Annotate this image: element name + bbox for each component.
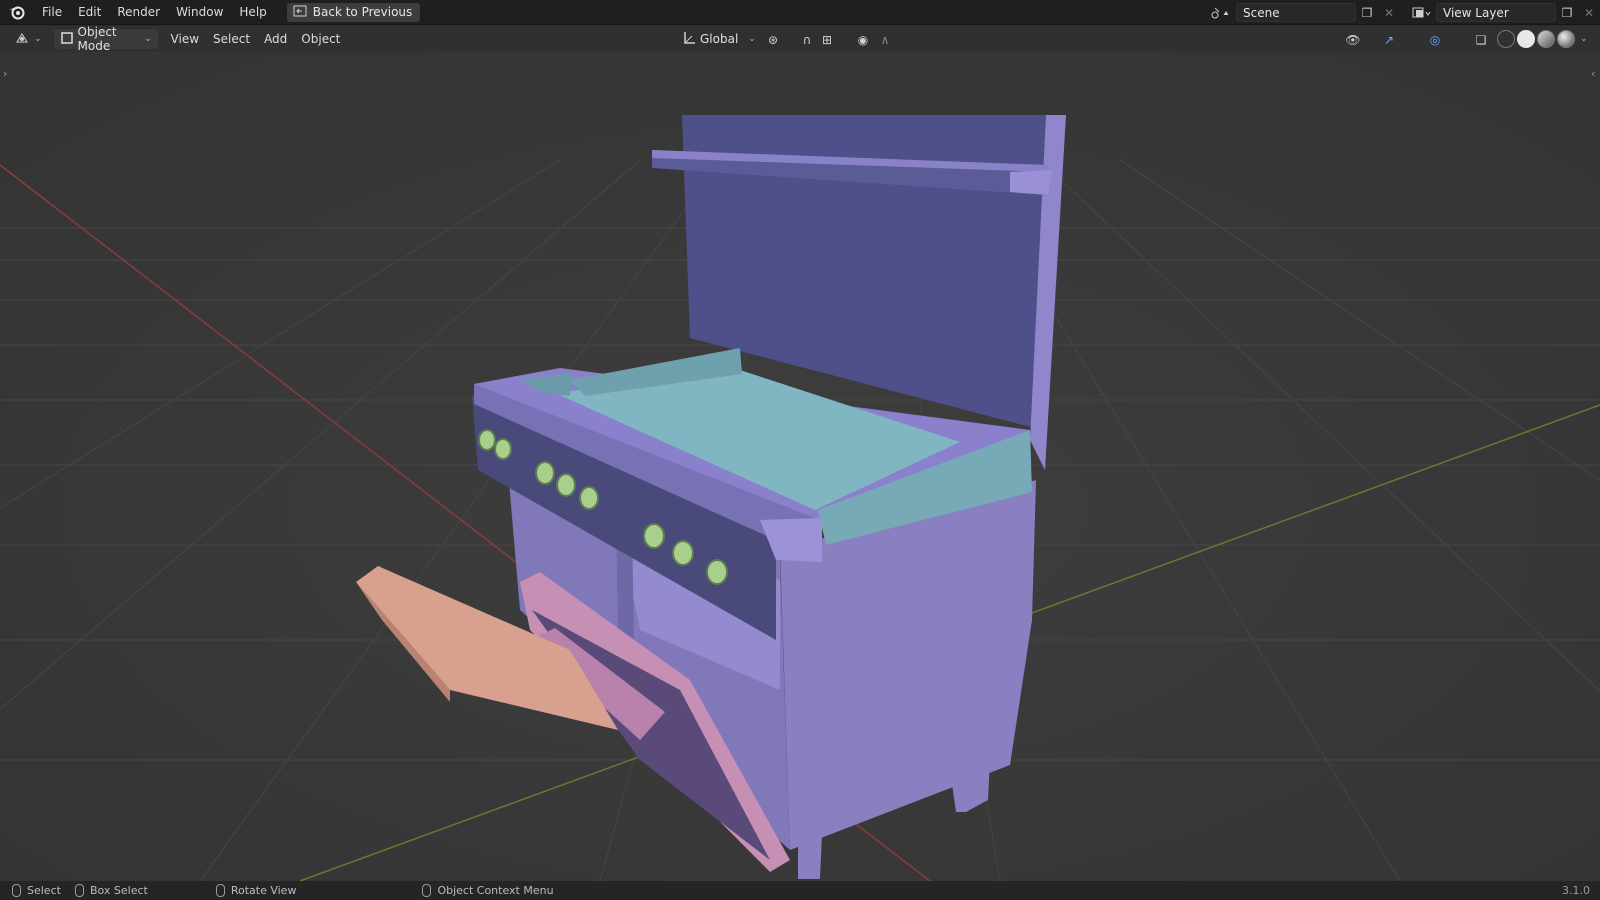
remove-view-layer-icon[interactable]: ✕ bbox=[1578, 3, 1600, 22]
status-context-menu-label: Object Context Menu bbox=[437, 884, 554, 897]
overlays-icon[interactable]: ◎ bbox=[1424, 30, 1446, 49]
menu-view[interactable]: View bbox=[164, 26, 206, 52]
back-icon bbox=[293, 5, 307, 20]
knob-5[interactable] bbox=[579, 486, 599, 510]
left-mouse-icon bbox=[12, 884, 21, 897]
menu-file[interactable]: File bbox=[34, 0, 70, 25]
right-mouse-icon bbox=[422, 884, 432, 897]
viewport-header: ⌄ Object Mode ⌄ View Select Add Object G… bbox=[0, 25, 1600, 53]
menu-window[interactable]: Window bbox=[168, 0, 231, 25]
knob-1[interactable] bbox=[478, 429, 496, 451]
new-scene-icon[interactable]: ❐ bbox=[1356, 3, 1378, 22]
solid-shading-icon[interactable] bbox=[1517, 30, 1535, 48]
status-select: Select bbox=[12, 884, 61, 897]
viewport-canvas[interactable]: › ‹ bbox=[0, 52, 1600, 881]
pivot-point-icon[interactable]: ⊛ bbox=[762, 30, 784, 49]
view-layer-field[interactable]: View Layer bbox=[1436, 3, 1556, 22]
view-layer-name: View Layer bbox=[1443, 5, 1509, 20]
remove-scene-icon[interactable]: ✕ bbox=[1378, 3, 1400, 22]
menu-add[interactable]: Add bbox=[257, 26, 294, 52]
rendered-shading-icon[interactable] bbox=[1557, 30, 1575, 48]
toolbar-toggle-icon[interactable]: › bbox=[3, 67, 7, 80]
knob-3[interactable] bbox=[535, 461, 555, 485]
status-select-label: Select bbox=[27, 884, 61, 897]
knob-7[interactable] bbox=[672, 540, 694, 566]
mode-dropdown[interactable]: Object Mode ⌄ bbox=[53, 25, 158, 53]
status-context-menu: Object Context Menu bbox=[422, 884, 554, 897]
transform-orientation-dropdown[interactable]: Global ⌄ bbox=[676, 29, 762, 49]
status-box-select-label: Box Select bbox=[89, 884, 148, 897]
menu-help[interactable]: Help bbox=[231, 0, 274, 25]
back-to-previous-label: Back to Previous bbox=[312, 5, 413, 19]
orientation-label: Global bbox=[700, 32, 739, 46]
menu-select[interactable]: Select bbox=[206, 26, 257, 52]
scene-selector-group: Scene ❐ ✕ View Layer ❐ ✕ bbox=[1206, 0, 1600, 25]
chevron-down-icon: ⌄ bbox=[34, 34, 42, 44]
top-shelf-bracket bbox=[1010, 170, 1052, 195]
snap-icon[interactable]: ∩ bbox=[796, 30, 818, 49]
knob-2[interactable] bbox=[494, 438, 512, 460]
snap-increment-icon[interactable]: ⊞ bbox=[816, 30, 838, 49]
knob-6[interactable] bbox=[643, 523, 665, 549]
drag-mouse-icon bbox=[74, 884, 84, 897]
view-layer-icon[interactable] bbox=[1406, 3, 1436, 22]
menu-edit[interactable]: Edit bbox=[70, 0, 109, 25]
xray-icon[interactable]: ❏ bbox=[1470, 30, 1492, 49]
chevron-down-icon: ⌄ bbox=[748, 34, 756, 44]
orientation-icon bbox=[682, 31, 696, 48]
top-bar: File Edit Render Window Help Back to Pre… bbox=[0, 0, 1600, 25]
wireframe-shading-icon[interactable] bbox=[1497, 30, 1515, 48]
proportional-editing-icon[interactable]: ◉ bbox=[852, 30, 874, 49]
knob-8[interactable] bbox=[706, 559, 728, 585]
back-to-previous-button[interactable]: Back to Previous bbox=[286, 2, 421, 22]
version-label: 3.1.0 bbox=[1562, 884, 1590, 897]
scene-name-field[interactable]: Scene bbox=[1236, 3, 1356, 22]
shading-modes: ⌄ bbox=[1496, 30, 1588, 48]
new-view-layer-icon[interactable]: ❐ bbox=[1556, 3, 1578, 22]
chevron-down-icon: ⌄ bbox=[144, 34, 152, 44]
status-rotate-view-label: Rotate View bbox=[230, 884, 297, 897]
status-box-select: Box Select bbox=[74, 884, 148, 897]
blender-logo-icon[interactable] bbox=[0, 0, 34, 25]
middle-mouse-icon bbox=[215, 884, 225, 897]
visibility-icon[interactable]: 👁 bbox=[1342, 30, 1364, 49]
knob-4[interactable] bbox=[556, 473, 576, 497]
editor-type-dropdown[interactable]: ⌄ bbox=[8, 29, 48, 49]
scene-name: Scene bbox=[1243, 5, 1280, 20]
scene-icon[interactable] bbox=[1206, 3, 1236, 22]
chevron-down-icon[interactable]: ⌄ bbox=[1580, 30, 1588, 48]
material-shading-icon[interactable] bbox=[1537, 30, 1555, 48]
menu-render[interactable]: Render bbox=[109, 0, 168, 25]
object-mode-icon bbox=[60, 31, 74, 48]
3d-viewport[interactable]: › ‹ bbox=[0, 52, 1600, 881]
falloff-icon[interactable]: ∧ bbox=[874, 30, 896, 49]
sidebar-toggle-icon[interactable]: ‹ bbox=[1591, 67, 1595, 80]
front-leg bbox=[798, 834, 822, 879]
status-rotate-view: Rotate View bbox=[215, 884, 297, 897]
gizmo-icon[interactable]: ↗ bbox=[1378, 30, 1400, 49]
editor-type-icon bbox=[14, 31, 30, 48]
status-bar: Select Box Select Rotate View Object Con… bbox=[0, 881, 1600, 900]
mode-label: Object Mode bbox=[77, 25, 117, 53]
menu-object[interactable]: Object bbox=[294, 26, 347, 52]
